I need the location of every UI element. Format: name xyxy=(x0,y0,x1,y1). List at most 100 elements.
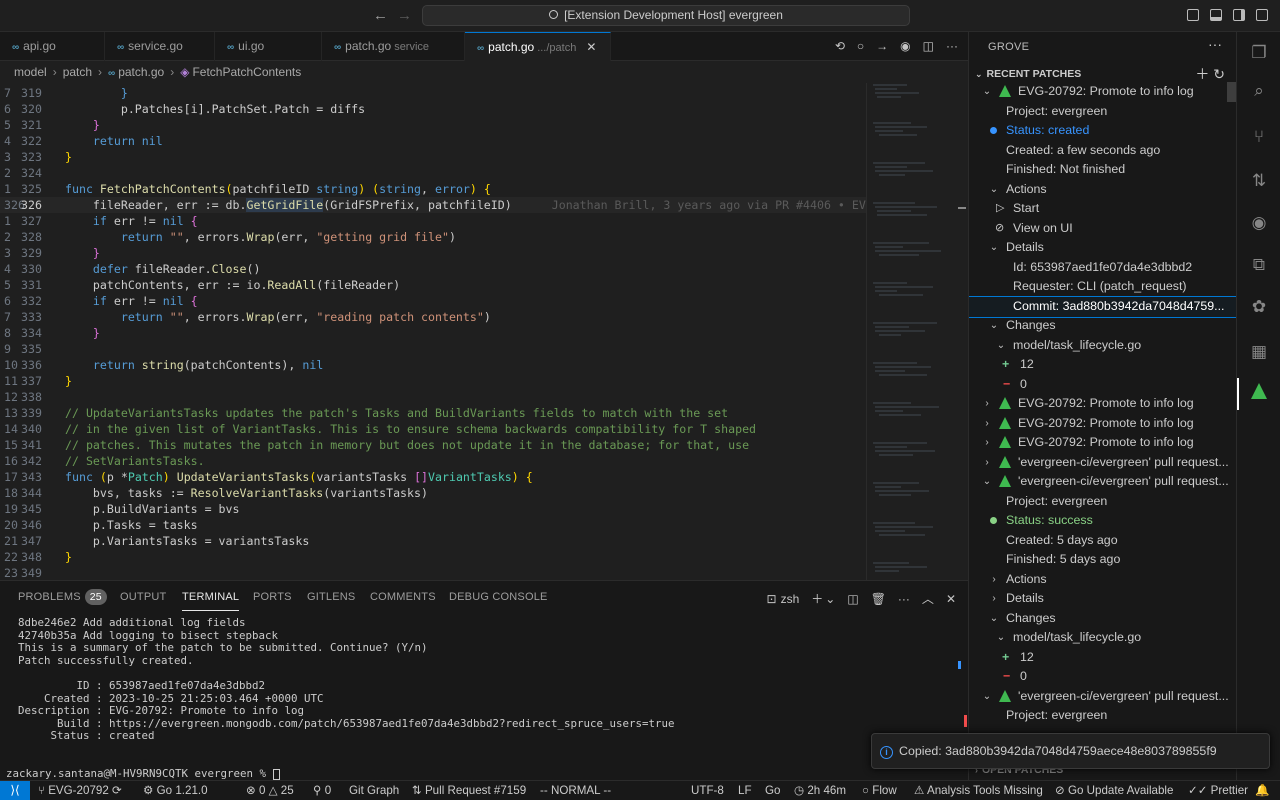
open-changes-icon[interactable]: ⟲ xyxy=(835,39,845,53)
command-center[interactable]: [Extension Development Host] evergreen xyxy=(422,5,910,26)
github-icon[interactable]: ◉ xyxy=(1248,212,1270,234)
toggle-primary-sidebar-icon[interactable] xyxy=(1187,9,1199,21)
branch-status[interactable]: ⑂ EVG-20792 ⟳ xyxy=(38,781,122,800)
actions-group[interactable]: › Actions xyxy=(969,570,1236,590)
tab-patch-go-active[interactable]: ∞ patch.go .../patch ✕ xyxy=(465,32,611,61)
notification-toast[interactable]: i Copied: 3ad880b3942da7048d4759aece48e80… xyxy=(871,733,1270,769)
patch-detail[interactable]: Created: 5 days ago xyxy=(969,531,1236,551)
analysis-tools-status[interactable]: ⚠ Analysis Tools Missing xyxy=(914,781,1043,800)
prettier-status[interactable]: ✓✓ Prettier xyxy=(1188,781,1248,800)
end-of-line[interactable]: LF xyxy=(738,781,752,800)
paw-icon[interactable]: ✿ xyxy=(1248,296,1270,318)
time-tracker[interactable]: ◷ 2h 46m xyxy=(794,781,846,800)
tab-output[interactable]: OUTPUT xyxy=(120,581,166,614)
extensions-icon[interactable]: ▦ xyxy=(1248,341,1270,363)
patch-detail[interactable]: Project: evergreen xyxy=(969,102,1236,122)
split-terminal-icon[interactable]: ◫ xyxy=(847,592,858,606)
remote-explorer-icon[interactable]: ⧉ xyxy=(1248,254,1270,276)
add-icon[interactable]: ＋ xyxy=(1195,66,1209,82)
breadcrumb-patch[interactable]: patch xyxy=(63,65,92,79)
patch-item[interactable]: › EVG-20792: Promote to info log xyxy=(969,414,1236,434)
changes-group[interactable]: ⌄ Changes xyxy=(969,609,1236,629)
details-group[interactable]: ⌄ Details xyxy=(969,238,1236,258)
changed-file[interactable]: ⌄ model/task_lifecycle.go xyxy=(969,336,1236,356)
tab-gitlens[interactable]: GITLENS xyxy=(307,581,355,614)
patch-status[interactable]: Status: created xyxy=(969,121,1236,141)
explorer-icon[interactable]: ❐ xyxy=(1248,42,1270,64)
patch-detail[interactable]: Project: evergreen xyxy=(969,706,1236,726)
refresh-icon[interactable]: ↻ xyxy=(1213,66,1225,82)
actions-group[interactable]: ⌄ Actions xyxy=(969,180,1236,200)
ports-status[interactable]: ⚲ 0 xyxy=(313,781,331,800)
code-editor[interactable]: 7 319 } 6 320 p.Patches[i].PatchSet.Patch … xyxy=(0,83,866,580)
maximize-panel-icon[interactable]: ︿ xyxy=(922,592,934,606)
go-version[interactable]: ⚙ Go 1.21.0 xyxy=(143,781,208,800)
breadcrumb-file[interactable]: patch.go xyxy=(118,65,164,79)
tab-api-go[interactable]: ∞ api.go xyxy=(0,32,105,61)
patch-item[interactable]: ⌄ EVG-20792: Promote to info log xyxy=(969,82,1236,102)
git-graph-button[interactable]: Git Graph xyxy=(349,781,399,800)
toggle-panel-icon[interactable] xyxy=(1210,9,1222,21)
changes-group[interactable]: ⌄ Changes xyxy=(969,316,1236,336)
tab-service-go[interactable]: ∞ service.go xyxy=(105,32,215,61)
tab-patch-go-service[interactable]: ∞ patch.go service xyxy=(322,32,465,61)
patch-item[interactable]: ›'evergreen-ci/evergreen' pull request..… xyxy=(969,453,1236,473)
tab-debug-console[interactable]: DEBUG CONSOLE xyxy=(449,581,548,614)
pull-request-status[interactable]: ⇅ Pull Request #7159 xyxy=(412,781,526,800)
tab-ports[interactable]: PORTS xyxy=(253,581,292,614)
patch-item[interactable]: › EVG-20792: Promote to info log xyxy=(969,433,1236,453)
tab-problems[interactable]: PROBLEMS 25 xyxy=(18,581,107,614)
close-panel-icon[interactable]: ✕ xyxy=(946,592,956,606)
patch-item[interactable]: › EVG-20792: Promote to info log xyxy=(969,394,1236,414)
breadcrumb-function[interactable]: FetchPatchContents xyxy=(192,65,301,79)
changed-file[interactable]: ⌄ model/task_lifecycle.go xyxy=(969,628,1236,648)
new-terminal-icon[interactable]: ＋ xyxy=(811,592,823,606)
patch-detail[interactable]: Finished: 5 days ago xyxy=(969,550,1236,570)
notifications-bell-icon[interactable]: 🔔 xyxy=(1255,781,1269,800)
detail-requester[interactable]: Requester: CLI (patch_request) xyxy=(969,277,1236,297)
start-action[interactable]: ▷ Start xyxy=(969,199,1236,219)
go-update-status[interactable]: ⊘ Go Update Available xyxy=(1055,781,1173,800)
grove-tree-icon[interactable] xyxy=(1248,383,1270,405)
shell-name[interactable]: zsh xyxy=(781,592,800,606)
detail-id[interactable]: Id: 653987aed1fe07da4e3dbbd2 xyxy=(969,258,1236,278)
tab-ui-go[interactable]: ∞ ui.go xyxy=(215,32,322,61)
customize-layout-icon[interactable] xyxy=(1256,9,1268,21)
patch-item[interactable]: ⌄'evergreen-ci/evergreen' pull request..… xyxy=(969,472,1236,492)
source-control-icon[interactable]: ⑂ xyxy=(1248,126,1270,148)
patch-item[interactable]: ⌄'evergreen-ci/evergreen' pull request..… xyxy=(969,687,1236,707)
chevron-down-icon[interactable]: ⌄ xyxy=(825,592,835,606)
encoding[interactable]: UTF-8 xyxy=(691,781,724,800)
patch-detail[interactable]: Project: evergreen xyxy=(969,492,1236,512)
forward-arrow-icon[interactable]: → xyxy=(397,7,412,24)
view-on-ui-action[interactable]: ⊘ View on UI xyxy=(969,219,1236,239)
flow-status[interactable]: ○ Flow xyxy=(862,781,897,800)
back-arrow-icon[interactable]: ← xyxy=(373,7,388,24)
terminal-prompt[interactable]: zackary.santana@M-HV9RN9CQTK evergreen % xyxy=(6,767,280,781)
search-icon[interactable]: ⌕ xyxy=(1248,80,1270,102)
tab-comments[interactable]: COMMENTS xyxy=(370,581,436,614)
more-actions-icon[interactable]: ··· xyxy=(1208,36,1222,52)
pull-requests-icon[interactable]: ⇅ xyxy=(1248,170,1270,192)
previous-change-icon[interactable]: ○ xyxy=(857,39,864,53)
remote-indicator-icon[interactable]: ⟩⟨ xyxy=(0,781,30,800)
tab-terminal[interactable]: TERMINAL xyxy=(182,583,240,611)
problems-status[interactable]: ⊗ 0 △ 25 xyxy=(246,781,294,800)
trash-icon[interactable]: 🗑 xyxy=(871,592,886,606)
more-actions-icon[interactable]: ··· xyxy=(898,592,910,606)
breadcrumb-model[interactable]: model xyxy=(14,65,47,79)
recent-patches-header[interactable]: ⌄ RECENT PATCHES ＋ ↻ xyxy=(969,64,1236,84)
github-icon[interactable]: ◉ xyxy=(900,39,910,53)
split-editor-icon[interactable]: ◫ xyxy=(923,39,934,53)
patch-detail[interactable]: Created: a few seconds ago xyxy=(969,141,1236,161)
language-mode[interactable]: Go xyxy=(765,781,780,800)
more-actions-icon[interactable]: ··· xyxy=(946,39,958,53)
patch-status[interactable]: Status: success xyxy=(969,511,1236,531)
details-group[interactable]: › Details xyxy=(969,589,1236,609)
next-change-icon[interactable]: → xyxy=(876,39,888,53)
close-tab-icon[interactable]: ✕ xyxy=(586,40,596,54)
detail-commit[interactable]: Commit: 3ad880b3942da7048d4759... xyxy=(969,296,1236,318)
patch-detail[interactable]: Finished: Not finished xyxy=(969,160,1236,180)
toggle-secondary-sidebar-icon[interactable] xyxy=(1233,9,1245,21)
minimap[interactable] xyxy=(866,83,968,580)
